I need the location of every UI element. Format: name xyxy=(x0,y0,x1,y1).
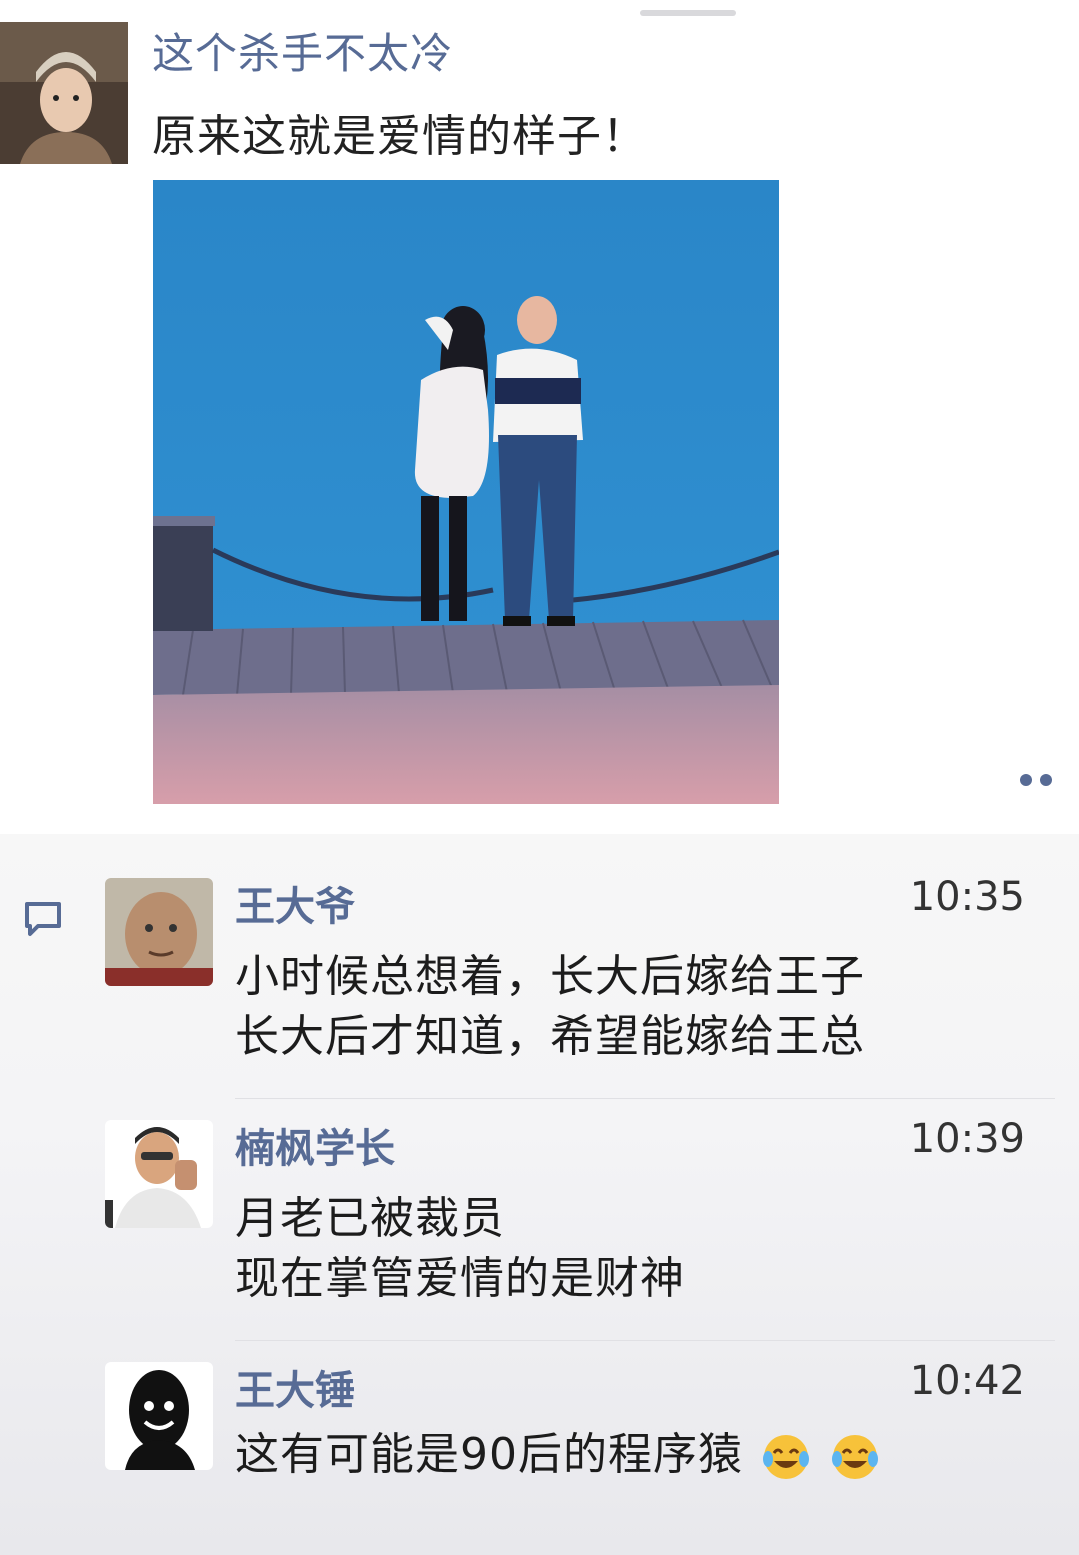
comment-item: 王大爷 10:35 小时候总想着，长大后嫁给王子 长大后才知道，希望能嫁给王总 xyxy=(105,874,1045,1062)
comment-text-line: 长大后才知道，希望能嫁给王总 xyxy=(235,1011,865,1062)
comment-item: 王大锤 10:42 这有可能是90后的程序猿 xyxy=(105,1358,1045,1502)
commenter-name[interactable]: 王大锤 xyxy=(235,1358,355,1416)
crying-laughing-emoji xyxy=(763,1435,809,1479)
comment-divider xyxy=(235,1098,1055,1099)
comment-divider xyxy=(235,1340,1055,1341)
commenter-avatar[interactable] xyxy=(105,878,213,986)
post-author-name[interactable]: 这个杀手不太冷 xyxy=(152,20,453,81)
crying-laughing-emoji xyxy=(832,1435,878,1479)
comment-item: 楠枫学长 10:39 月老已被裁员 现在掌管爱情的是财神 xyxy=(105,1116,1045,1304)
more-options-button[interactable] xyxy=(1008,760,1064,800)
comment-text-line: 这有可能是90后的程序猿 xyxy=(235,1418,881,1483)
comment-time: 10:42 xyxy=(909,1358,1025,1404)
comment-text: 这有可能是90后的程序猿 xyxy=(235,1429,743,1480)
comments-section: 王大爷 10:35 小时候总想着，长大后嫁给王子 长大后才知道，希望能嫁给王总 … xyxy=(0,834,1079,1555)
post-image[interactable] xyxy=(153,180,779,804)
commenter-avatar[interactable] xyxy=(105,1362,213,1470)
post-text: 原来这就是爱情的样子！ xyxy=(152,111,647,162)
status-indicator-bar xyxy=(640,10,736,16)
more-dot-icon xyxy=(1020,774,1032,786)
more-dot-icon xyxy=(1040,774,1052,786)
commenter-avatar[interactable] xyxy=(105,1120,213,1228)
comment-text-line: 小时候总想着，长大后嫁给王子 xyxy=(235,951,865,1002)
commenter-name[interactable]: 王大爷 xyxy=(235,874,355,932)
comment-bubble-icon xyxy=(25,902,61,936)
post-author-avatar[interactable] xyxy=(0,22,128,164)
comment-text-line: 月老已被裁员 xyxy=(235,1193,505,1244)
comment-text-line: 现在掌管爱情的是财神 xyxy=(235,1253,685,1304)
commenter-name[interactable]: 楠枫学长 xyxy=(235,1116,395,1174)
comment-time: 10:35 xyxy=(909,874,1025,920)
comment-time: 10:39 xyxy=(909,1116,1025,1162)
